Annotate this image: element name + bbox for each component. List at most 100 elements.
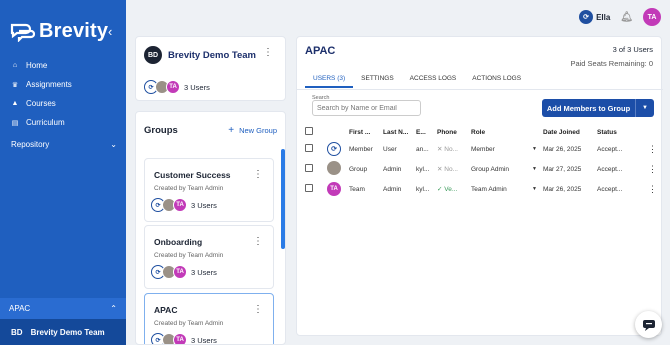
team-card: BD Brevity Demo Team ⋮ ⟳ TA 3 Users — [135, 36, 286, 101]
brevity-logo-icon — [10, 23, 35, 42]
group-created: Created by Team Admin — [154, 252, 224, 259]
table-row: Group Admin kyl... ✕ No... Group Admin ▼ … — [305, 159, 657, 179]
tab-bar: USERS (3) SETTINGS ACCESS LOGS ACTIONS L… — [305, 71, 529, 88]
cell-role: Group Admin — [471, 165, 509, 173]
team-card-name: Brevity Demo Team — [168, 49, 256, 61]
row-checkbox[interactable] — [305, 164, 313, 172]
row-menu-icon[interactable]: ⋮ — [637, 139, 657, 159]
group-created: Created by Team Admin — [154, 185, 224, 192]
col-date-joined[interactable]: Date Joined — [543, 125, 597, 139]
row-checkbox[interactable] — [305, 184, 313, 192]
caret-down-icon: ▼ — [532, 185, 537, 192]
new-group-button[interactable]: + New Group — [228, 125, 277, 136]
user-area: ⟳ Ella 🔔︎ TA — [579, 8, 661, 26]
table-row: ⟳ Member User an... ✕ No... Member ▼ Mar … — [305, 139, 657, 159]
nav-label: Assignments — [26, 80, 72, 89]
group-menu-icon[interactable]: ⋮ — [253, 236, 263, 247]
ta-avatar: TA — [173, 333, 187, 344]
add-members-button[interactable]: Add Members to Group — [542, 99, 635, 117]
brand-logo[interactable]: Brevity — [9, 20, 108, 43]
search-input[interactable] — [312, 100, 421, 116]
tab-users[interactable]: USERS (3) — [305, 71, 354, 88]
cell-email: kyl... — [416, 165, 430, 173]
brevity-avatar-icon: ⟳ — [327, 142, 341, 156]
group-name: Onboarding — [154, 237, 203, 247]
caret-down-icon: ▼ — [532, 145, 537, 152]
cell-status: Accept... — [597, 185, 623, 193]
brevity-avatar-icon: ⟳ — [579, 10, 594, 24]
avatar[interactable]: TA — [643, 8, 661, 26]
photo-avatar — [327, 161, 341, 175]
team-selector-label: APAC — [9, 304, 31, 313]
group-name: Customer Success — [154, 170, 231, 180]
group-card[interactable]: Customer Success ⋮ Created by Team Admin… — [144, 158, 274, 222]
cell-phone: No... — [444, 146, 458, 153]
tab-actions-logs[interactable]: ACTIONS LOGS — [464, 71, 529, 88]
group-title: APAC — [305, 45, 336, 57]
tab-access-logs[interactable]: ACCESS LOGS — [402, 71, 465, 88]
member-avatars: ⟳ TA — [151, 333, 187, 344]
member-avatars: ⟳ TA — [151, 198, 187, 212]
group-user-count: 3 Users — [191, 267, 217, 277]
chat-button[interactable] — [635, 311, 662, 338]
nav-label: Repository — [11, 139, 50, 149]
cell-email: kyl... — [416, 185, 430, 193]
collapse-sidebar-icon[interactable]: ‹ — [108, 24, 112, 39]
tab-settings[interactable]: SETTINGS — [353, 71, 402, 88]
nav-item-home[interactable]: ⌂ Home — [0, 56, 126, 75]
home-icon: ⌂ — [12, 62, 18, 69]
select-all-checkbox[interactable] — [305, 127, 313, 135]
nav-label: Courses — [26, 99, 56, 108]
scrollbar[interactable] — [281, 149, 285, 249]
row-menu-icon[interactable]: ⋮ — [637, 159, 657, 179]
group-user-count: 3 Users — [191, 200, 217, 210]
cell-phone: No... — [444, 166, 458, 173]
group-card-selected[interactable]: APAC ⋮ Created by Team Admin ⟳ TA 3 Users — [144, 293, 274, 344]
current-team[interactable]: BD Brevity Demo Team — [0, 319, 126, 345]
nav-item-curriculum[interactable]: ▤ Curriculum — [0, 113, 126, 132]
col-email[interactable]: E... — [416, 125, 437, 139]
role-select[interactable]: Group Admin ▼ — [471, 159, 543, 179]
cell-status: Accept... — [597, 165, 623, 173]
col-first-name[interactable]: First ... — [349, 125, 383, 139]
nav-item-repository[interactable]: Repository ⌄ — [0, 134, 126, 154]
bell-icon[interactable]: 🔔︎ — [620, 12, 633, 23]
ta-avatar: TA — [173, 265, 187, 279]
col-role[interactable]: Role — [471, 125, 543, 139]
cell-last: User — [383, 145, 397, 153]
group-menu-icon[interactable]: ⋮ — [253, 304, 263, 315]
caret-down-icon[interactable]: ▼ — [635, 99, 654, 117]
chat-icon — [642, 319, 655, 331]
nav-item-assignments[interactable]: ♛ Assignments — [0, 75, 126, 94]
user-name: Ella — [596, 12, 611, 22]
role-select[interactable]: Member ▼ — [471, 139, 543, 159]
cell-last: Admin — [383, 185, 402, 193]
col-phone[interactable]: Phone — [437, 125, 471, 139]
team-group-selector[interactable]: APAC ⌃ — [0, 298, 126, 319]
cell-email: an... — [416, 145, 429, 153]
groups-title: Groups — [144, 125, 178, 136]
team-menu-icon[interactable]: ⋮ — [263, 47, 273, 58]
cell-phone: Ve... — [444, 186, 458, 193]
user-menu[interactable]: ⟳ Ella — [579, 10, 610, 24]
graduation-cap-icon: ▲ — [11, 100, 19, 107]
group-menu-icon[interactable]: ⋮ — [253, 169, 263, 180]
role-select[interactable]: Team Admin ▼ — [471, 179, 543, 199]
cell-first: Member — [349, 145, 373, 153]
cell-last: Admin — [383, 165, 402, 173]
row-menu-icon[interactable]: ⋮ — [637, 179, 657, 199]
book-icon: ▤ — [11, 119, 19, 127]
nav-item-courses[interactable]: ▲ Courses — [0, 94, 126, 113]
ta-avatar: TA — [173, 198, 187, 212]
topbar: ⟳ Ella 🔔︎ TA — [126, 0, 670, 35]
group-card[interactable]: Onboarding ⋮ Created by Team Admin ⟳ TA 3 … — [144, 225, 274, 289]
caret-down-icon: ▼ — [532, 165, 537, 172]
table-header: First ... Last N... E... Phone Role Date… — [305, 125, 657, 139]
cell-role: Member — [471, 145, 495, 153]
col-last-name[interactable]: Last N... — [383, 125, 416, 139]
cell-date: Mar 27, 2025 — [543, 165, 582, 173]
trophy-icon: ♛ — [11, 81, 19, 89]
team-avatar: BD — [144, 46, 162, 64]
row-checkbox[interactable] — [305, 144, 313, 152]
col-status[interactable]: Status — [597, 125, 637, 139]
